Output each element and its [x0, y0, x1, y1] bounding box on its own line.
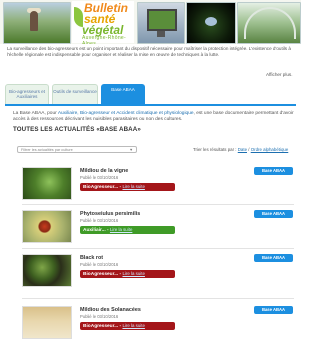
bsv-logo[interactable]: Bulletin santé végétal Auvergne-Rhône-Al…	[72, 1, 134, 44]
abaa-description: La Base ABAA, pour Auxiliaire, Bio-agres…	[13, 111, 294, 122]
intro-text: La surveillance des bio-agresseurs est u…	[7, 46, 291, 57]
item-date: Publié le 03/10/2016	[80, 175, 119, 180]
base-abaa-button[interactable]: Base ABAA	[254, 210, 293, 218]
item-thumbnail[interactable]	[22, 210, 72, 243]
item-title[interactable]: Phytoseiulus persimilis	[80, 211, 140, 217]
tab-bioagresseurs[interactable]: Bio-agresseurs et Auxiliaires	[5, 84, 49, 104]
item-thumbnail[interactable]	[22, 167, 72, 200]
insect-photo	[186, 2, 236, 44]
divider	[22, 248, 294, 249]
item-date: Publié le 03/10/2016	[80, 262, 119, 267]
category-badge[interactable]: BioAgresseur... - Lire la suite	[80, 270, 175, 278]
read-more-link[interactable]: Lire la suite	[110, 227, 132, 232]
divider	[22, 204, 294, 205]
item-thumbnail[interactable]	[22, 306, 72, 339]
header-banner: Bulletin santé végétal Auvergne-Rhône-Al…	[0, 0, 301, 44]
list-item: Mildiou des Solanacées Publié le 03/10/2…	[22, 306, 294, 346]
read-more-link[interactable]: Lire la suite	[122, 323, 144, 328]
chevron-down-icon: ▼	[129, 148, 133, 152]
show-more-link[interactable]: Afficher plus.	[266, 72, 292, 77]
tab-bar: Bio-agresseurs et Auxiliaires Outils de …	[5, 84, 296, 106]
item-date: Publié le 03/10/2016	[80, 218, 119, 223]
category-badge[interactable]: Auxiliair... - Lire la suite	[80, 226, 175, 234]
culture-filter-select[interactable]: Filtrer les actualités par culture ▼	[17, 146, 137, 153]
item-title[interactable]: Mildiou de la vigne	[80, 168, 128, 174]
list-item: Black rot Publié le 03/10/2016 BioAgress…	[22, 254, 294, 294]
base-abaa-button[interactable]: Base ABAA	[254, 306, 293, 314]
item-date: Publié le 03/10/2016	[80, 314, 119, 319]
section-title: TOUTES LES ACTUALITÉS «BASE ABAA»	[13, 126, 141, 133]
list-item: Mildiou de la vigne Publié le 03/10/2016…	[22, 167, 294, 207]
computer-photo	[137, 2, 185, 44]
sort-alphabetical-link[interactable]: Ordre alphabétique	[251, 147, 289, 152]
item-title[interactable]: Mildiou des Solanacées	[80, 307, 141, 313]
read-more-link[interactable]: Lire la suite	[122, 184, 144, 189]
base-abaa-button[interactable]: Base ABAA	[254, 167, 293, 175]
base-abaa-button[interactable]: Base ABAA	[254, 254, 293, 262]
list-item: Phytoseiulus persimilis Publié le 03/10/…	[22, 210, 294, 250]
greenhouse-photo	[237, 2, 301, 44]
sort-by-date-link[interactable]: Date	[238, 147, 247, 152]
read-more-link[interactable]: Lire la suite	[122, 271, 144, 276]
farmer-field-photo	[3, 2, 71, 44]
sort-controls: Trier les résultats par : Date / Ordre a…	[193, 147, 289, 152]
tab-outils-surveillance[interactable]: Outils de surveillance	[52, 84, 98, 104]
tab-base-abaa[interactable]: Base ABAA	[101, 84, 145, 104]
item-title[interactable]: Black rot	[80, 255, 103, 261]
item-thumbnail[interactable]	[22, 254, 72, 287]
divider	[22, 298, 294, 299]
category-badge[interactable]: BioAgresseur... - Lire la suite	[80, 183, 175, 191]
